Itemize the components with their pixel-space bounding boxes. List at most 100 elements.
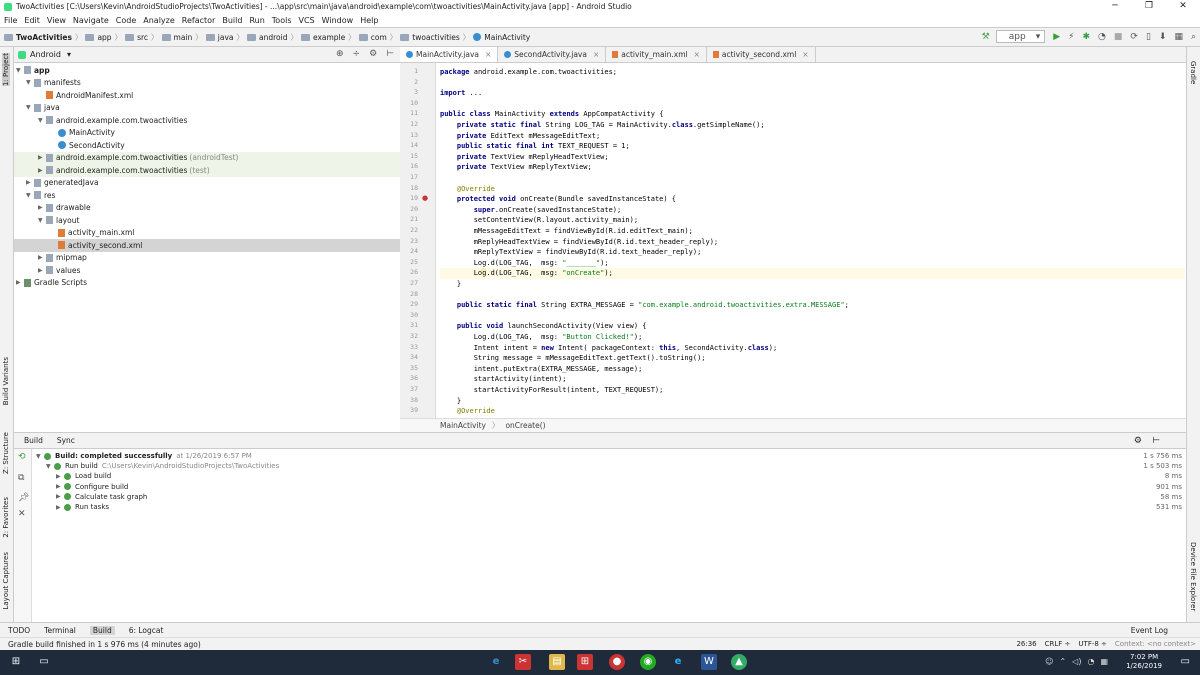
breadcrumb-item[interactable]: twoactivities 〉 bbox=[400, 32, 470, 43]
chevron-up-icon[interactable]: ⌃ bbox=[1059, 657, 1066, 666]
code-line[interactable]: mMessageEditText = findViewById(R.id.edi… bbox=[440, 226, 1185, 237]
event-log-tab[interactable]: Event Log bbox=[1131, 626, 1168, 635]
tab-mainactivity[interactable]: MainActivity.java × bbox=[400, 47, 499, 62]
tree-item[interactable]: ▶ android.example.com.twoactivities (test) bbox=[14, 164, 400, 177]
expand-arrow-icon[interactable]: ▼ bbox=[26, 104, 34, 111]
network-icon[interactable]: ▦ bbox=[1100, 657, 1108, 666]
hide-icon[interactable]: ⊢ bbox=[1152, 436, 1160, 446]
tree-item[interactable]: ▶ mipmap bbox=[14, 252, 400, 265]
store-icon[interactable]: ⊞ bbox=[577, 654, 593, 670]
menu-code[interactable]: Code bbox=[116, 16, 136, 25]
search-icon[interactable]: ⌕ bbox=[1191, 32, 1196, 42]
chevron-down-icon[interactable]: ▾ bbox=[67, 50, 71, 59]
expand-arrow-icon[interactable]: ▼ bbox=[38, 217, 46, 224]
clock[interactable]: 7:02 PM 1/26/2019 bbox=[1126, 653, 1162, 671]
record-icon[interactable]: ● bbox=[609, 654, 625, 670]
code-line[interactable] bbox=[440, 290, 1185, 301]
tab-activity-second-xml[interactable]: activity_second.xml × bbox=[707, 47, 816, 62]
code-line[interactable]: startActivityForResult(intent, TEXT_REQU… bbox=[440, 385, 1185, 396]
breadcrumb-item[interactable]: app 〉 bbox=[85, 32, 122, 43]
override-marker-icon[interactable]: ● bbox=[422, 194, 428, 202]
file-explorer-icon[interactable]: ▤ bbox=[549, 654, 565, 670]
menu-refactor[interactable]: Refactor bbox=[182, 16, 216, 25]
tree-item[interactable]: activity_main.xml bbox=[14, 227, 400, 240]
project-structure-icon[interactable]: ▦ bbox=[1174, 32, 1183, 42]
wifi-icon[interactable]: ◔ bbox=[1087, 657, 1094, 666]
code-line[interactable]: private TextView mReplyHeadTextView; bbox=[440, 152, 1185, 163]
caret-position[interactable]: 26:36 bbox=[1016, 640, 1036, 648]
breadcrumb-item[interactable]: main 〉 bbox=[161, 32, 203, 43]
tree-item[interactable]: ▶ generatedJava bbox=[14, 177, 400, 190]
code-line[interactable]: Log.d(LOG_TAG, msg: "Button Clicked!"); bbox=[440, 332, 1185, 343]
project-view-select[interactable]: Android bbox=[30, 50, 61, 59]
tree-item[interactable]: ▼ manifests bbox=[14, 77, 400, 90]
code-line[interactable]: protected void onCreate(Bundle savedInst… bbox=[440, 194, 1185, 205]
avd-manager-icon[interactable]: ▯ bbox=[1146, 32, 1151, 42]
person-icon[interactable]: ☺ bbox=[1045, 657, 1053, 666]
sync-icon[interactable]: ⟳ bbox=[1130, 32, 1138, 42]
build-entry[interactable]: ▼ Run build C:\Users\Kevin\AndroidStudioPr… bbox=[46, 461, 279, 471]
breadcrumb-item[interactable]: MainActivity bbox=[473, 33, 530, 42]
code-line[interactable]: intent.putExtra(EXTRA_MESSAGE, message); bbox=[440, 364, 1185, 375]
tab-build[interactable]: Build bbox=[89, 625, 115, 635]
run-icon[interactable]: ▶ bbox=[1053, 32, 1060, 42]
project-tool-tab[interactable]: 1: Project bbox=[2, 53, 10, 86]
code-line[interactable]: Log.d(LOG_TAG, msg: "_______"); bbox=[440, 258, 1185, 269]
run-config-select[interactable]: app ▾ bbox=[995, 30, 1046, 43]
stop-icon[interactable]: ■ bbox=[1114, 32, 1123, 42]
menu-help[interactable]: Help bbox=[360, 16, 378, 25]
line-separator[interactable]: CRLF ÷ bbox=[1045, 640, 1071, 648]
sdk-manager-icon[interactable]: ⬇ bbox=[1159, 32, 1167, 42]
close-icon[interactable]: ✕ bbox=[18, 509, 26, 519]
code-line[interactable]: package android.example.com.twoactivitie… bbox=[440, 67, 1185, 78]
expand-arrow-icon[interactable]: ▶ bbox=[38, 254, 46, 261]
status-message[interactable]: Gradle build finished in 1 s 976 ms (4 m… bbox=[8, 640, 201, 649]
breadcrumb-item[interactable]: TwoActivities 〉 bbox=[4, 32, 82, 43]
code-line[interactable] bbox=[440, 173, 1185, 184]
tree-item[interactable]: AndroidManifest.xml bbox=[14, 89, 400, 102]
filter-icon[interactable]: ⧉ bbox=[18, 473, 24, 483]
gear-icon[interactable]: ⚙ bbox=[369, 49, 377, 59]
apply-changes-icon[interactable]: ⚡ bbox=[1068, 32, 1074, 42]
code-editor[interactable]: package android.example.com.twoactivitie… bbox=[437, 63, 1186, 418]
code-line[interactable]: mReplyTextView = findViewById(R.id.text_… bbox=[440, 247, 1185, 258]
menu-file[interactable]: File bbox=[4, 16, 17, 25]
code-line[interactable]: private EditText mMessageEditText; bbox=[440, 131, 1185, 142]
menu-navigate[interactable]: Navigate bbox=[73, 16, 109, 25]
code-line[interactable]: private TextView mReplyTextView; bbox=[440, 162, 1185, 173]
code-line[interactable]: @Override bbox=[440, 406, 1185, 417]
expand-arrow-icon[interactable]: ▶ bbox=[38, 154, 46, 161]
build-variants-tab[interactable]: Build Variants bbox=[2, 357, 10, 405]
expand-arrow-icon[interactable]: ▶ bbox=[38, 167, 46, 174]
gradle-tab[interactable]: Gradle bbox=[1189, 61, 1197, 84]
minimize-button[interactable]: ─ bbox=[1098, 0, 1132, 13]
crumb-method[interactable]: onCreate() bbox=[505, 421, 545, 430]
tree-item[interactable]: ▼ android.example.com.twoactivities bbox=[14, 114, 400, 127]
menu-window[interactable]: Window bbox=[322, 16, 354, 25]
tree-item[interactable]: ▼ app bbox=[14, 64, 400, 77]
close-tab-icon[interactable]: × bbox=[802, 50, 808, 59]
tree-item[interactable]: ▶ android.example.com.twoactivities (andro… bbox=[14, 151, 400, 164]
menu-vcs[interactable]: VCS bbox=[299, 16, 315, 25]
word-icon[interactable]: W bbox=[701, 654, 717, 670]
expand-arrow-icon[interactable]: ▼ bbox=[26, 192, 34, 199]
build-entry[interactable]: ▶ Run tasks bbox=[56, 502, 109, 512]
close-tab-icon[interactable]: × bbox=[485, 50, 491, 59]
tree-item[interactable]: ▶ values bbox=[14, 264, 400, 277]
tree-item-selected[interactable]: activity_second.xml bbox=[14, 239, 400, 252]
code-line[interactable]: setContentView(R.layout.activity_main); bbox=[440, 215, 1185, 226]
close-button[interactable]: ✕ bbox=[1166, 0, 1200, 13]
sync-scroll-icon[interactable]: ⊕ bbox=[336, 49, 344, 59]
code-line[interactable]: mReplyHeadTextView = findViewById(R.id.t… bbox=[440, 237, 1185, 248]
tree-item[interactable]: ▼ java bbox=[14, 102, 400, 115]
menu-view[interactable]: View bbox=[47, 16, 66, 25]
pin-icon[interactable]: 📌︎ bbox=[18, 493, 29, 503]
line-icon[interactable]: ◉ bbox=[640, 654, 656, 670]
tab-activity-main-xml[interactable]: activity_main.xml × bbox=[606, 47, 707, 62]
build-entry[interactable]: ▼ Build: completed successfully at 1/26/20… bbox=[36, 451, 252, 461]
expand-arrow-icon[interactable]: ▼ bbox=[36, 453, 44, 460]
hammer-icon[interactable]: ⚒ bbox=[982, 32, 990, 42]
expand-arrow-icon[interactable]: ▶ bbox=[56, 504, 64, 511]
expand-arrow-icon[interactable]: ▼ bbox=[46, 463, 54, 470]
expand-arrow-icon[interactable]: ▼ bbox=[38, 117, 46, 124]
